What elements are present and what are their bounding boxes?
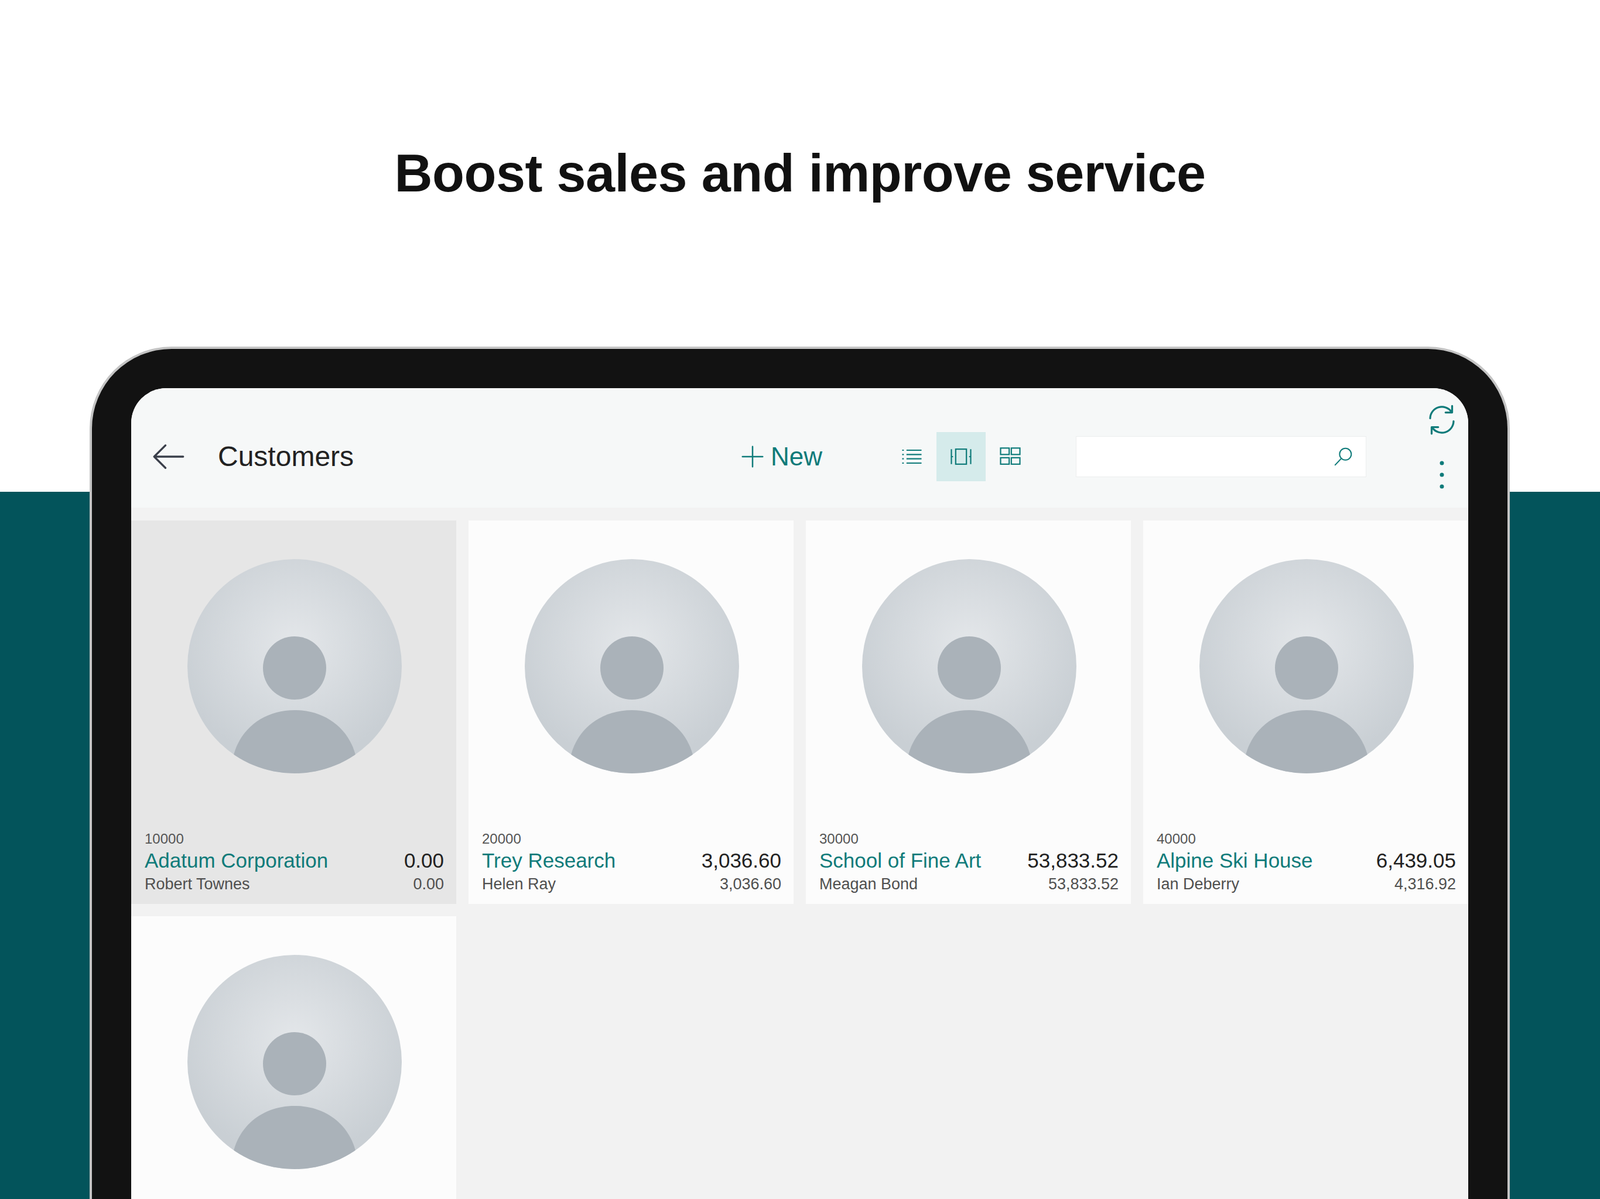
list-view-icon [898, 443, 925, 470]
customer-name-row: Adatum Corporation 0.00 [144, 847, 444, 875]
view-brick-button[interactable] [985, 432, 1035, 482]
new-label: New [770, 441, 823, 473]
back-button[interactable] [149, 437, 188, 477]
tile-view-icon [948, 443, 974, 470]
plus-icon [739, 443, 767, 471]
customer-info: 10000Adatum Corporation0.00Robert Townes… [144, 831, 444, 895]
customer-info: 40000Alpine Ski House6,439.05Ian Deberry… [1156, 831, 1456, 895]
customer-contact-row: Helen Ray 3,036.60 [481, 874, 782, 895]
search-input[interactable] [1086, 443, 1332, 471]
back-arrow-icon [149, 437, 188, 477]
customer-balance: 53,833.52 [1027, 847, 1119, 875]
customer-info: 30000School of Fine Art53,833.52Meagan B… [819, 831, 1119, 895]
headline: Boost sales and improve service [394, 141, 1206, 205]
tablet-frame: Customers New 10000Adatum Corporation 0.00… [89, 346, 1510, 1199]
customer-balance-due: 4,316.92 [1394, 874, 1456, 895]
new-area: New [739, 441, 888, 473]
search-box [1075, 436, 1367, 478]
customer-number: 30000 [819, 831, 1119, 849]
customer-name: School of Fine Art [819, 847, 981, 875]
header-right [1415, 402, 1469, 493]
customer-balance-due: 3,036.60 [719, 874, 782, 895]
customer-tile[interactable]: 10000Adatum Corporation0.00Robert Townes… [131, 520, 457, 905]
headline-area: Boost sales and improve service [0, 0, 1600, 347]
customer-balance-due: 0.00 [412, 874, 444, 895]
customer-photo [862, 559, 1077, 774]
page-title: Customers [217, 439, 354, 474]
customer-balance: 6,439.05 [1376, 847, 1456, 875]
customer-tile[interactable]: 20000Trey Research 3,036.60 Helen Ray 3,036… [468, 520, 794, 905]
customer-photo [187, 559, 402, 774]
customer-photo [1199, 559, 1414, 774]
view-switcher [887, 432, 1035, 482]
customer-balance: 3,036.60 [701, 847, 782, 875]
customer-name: Adatum Corporation [144, 847, 328, 875]
customer-number: 10000 [144, 831, 444, 849]
customer-tile[interactable]: 30000School of Fine Art53,833.52Meagan B… [805, 520, 1131, 905]
customer-contact: Meagan Bond [819, 874, 918, 895]
customer-contact: Helen Ray [481, 874, 556, 895]
customer-photo [187, 955, 402, 1170]
customer-name-row: Alpine Ski House 6,439.05 [1156, 847, 1456, 875]
customer-tile[interactable] [131, 916, 457, 1199]
search-icon [1331, 445, 1356, 469]
more-button[interactable] [1424, 457, 1460, 493]
header-left: Customers [131, 437, 740, 477]
app-screen: Customers New 10000Adatum Corporation 0.00… [131, 388, 1469, 1199]
customer-photo [524, 559, 740, 774]
customer-contact: Robert Townes [144, 874, 251, 895]
more-icon [1424, 457, 1460, 493]
new-button[interactable]: New [739, 441, 823, 473]
view-tile-button[interactable] [936, 432, 986, 482]
customer-contact-row: Meagan Bond 53,833.52 [819, 874, 1119, 895]
view-list-button[interactable] [887, 432, 937, 482]
customer-name-row: School of Fine Art 53,833.52 [819, 847, 1119, 875]
customer-number: 40000 [1156, 831, 1456, 849]
customer-name: Trey Research [481, 847, 616, 875]
customer-info: 20000Trey Research 3,036.60 Helen Ray 3,036… [481, 831, 782, 895]
customer-balance-due: 53,833.52 [1048, 874, 1119, 895]
customer-name: Alpine Ski House [1156, 847, 1314, 875]
customer-name-row: Trey Research 3,036.60 [481, 847, 782, 875]
customer-tile[interactable]: 40000Alpine Ski House6,439.05Ian Deberry… [1143, 520, 1469, 905]
customer-contact-row: Ian Deberry 4,316.92 [1156, 874, 1456, 895]
customer-contact: Ian Deberry [1156, 874, 1240, 895]
customer-contact-row: Robert Townes 0.00 [144, 874, 444, 895]
refresh-button[interactable] [1424, 402, 1460, 438]
customer-grid: 10000Adatum Corporation0.00Robert Townes… [131, 507, 1469, 1199]
customer-balance: 0.00 [404, 847, 444, 875]
page-header: Customers New [131, 388, 1469, 508]
brick-view-icon [997, 443, 1024, 470]
customer-number: 20000 [481, 831, 782, 849]
refresh-icon [1424, 402, 1460, 438]
